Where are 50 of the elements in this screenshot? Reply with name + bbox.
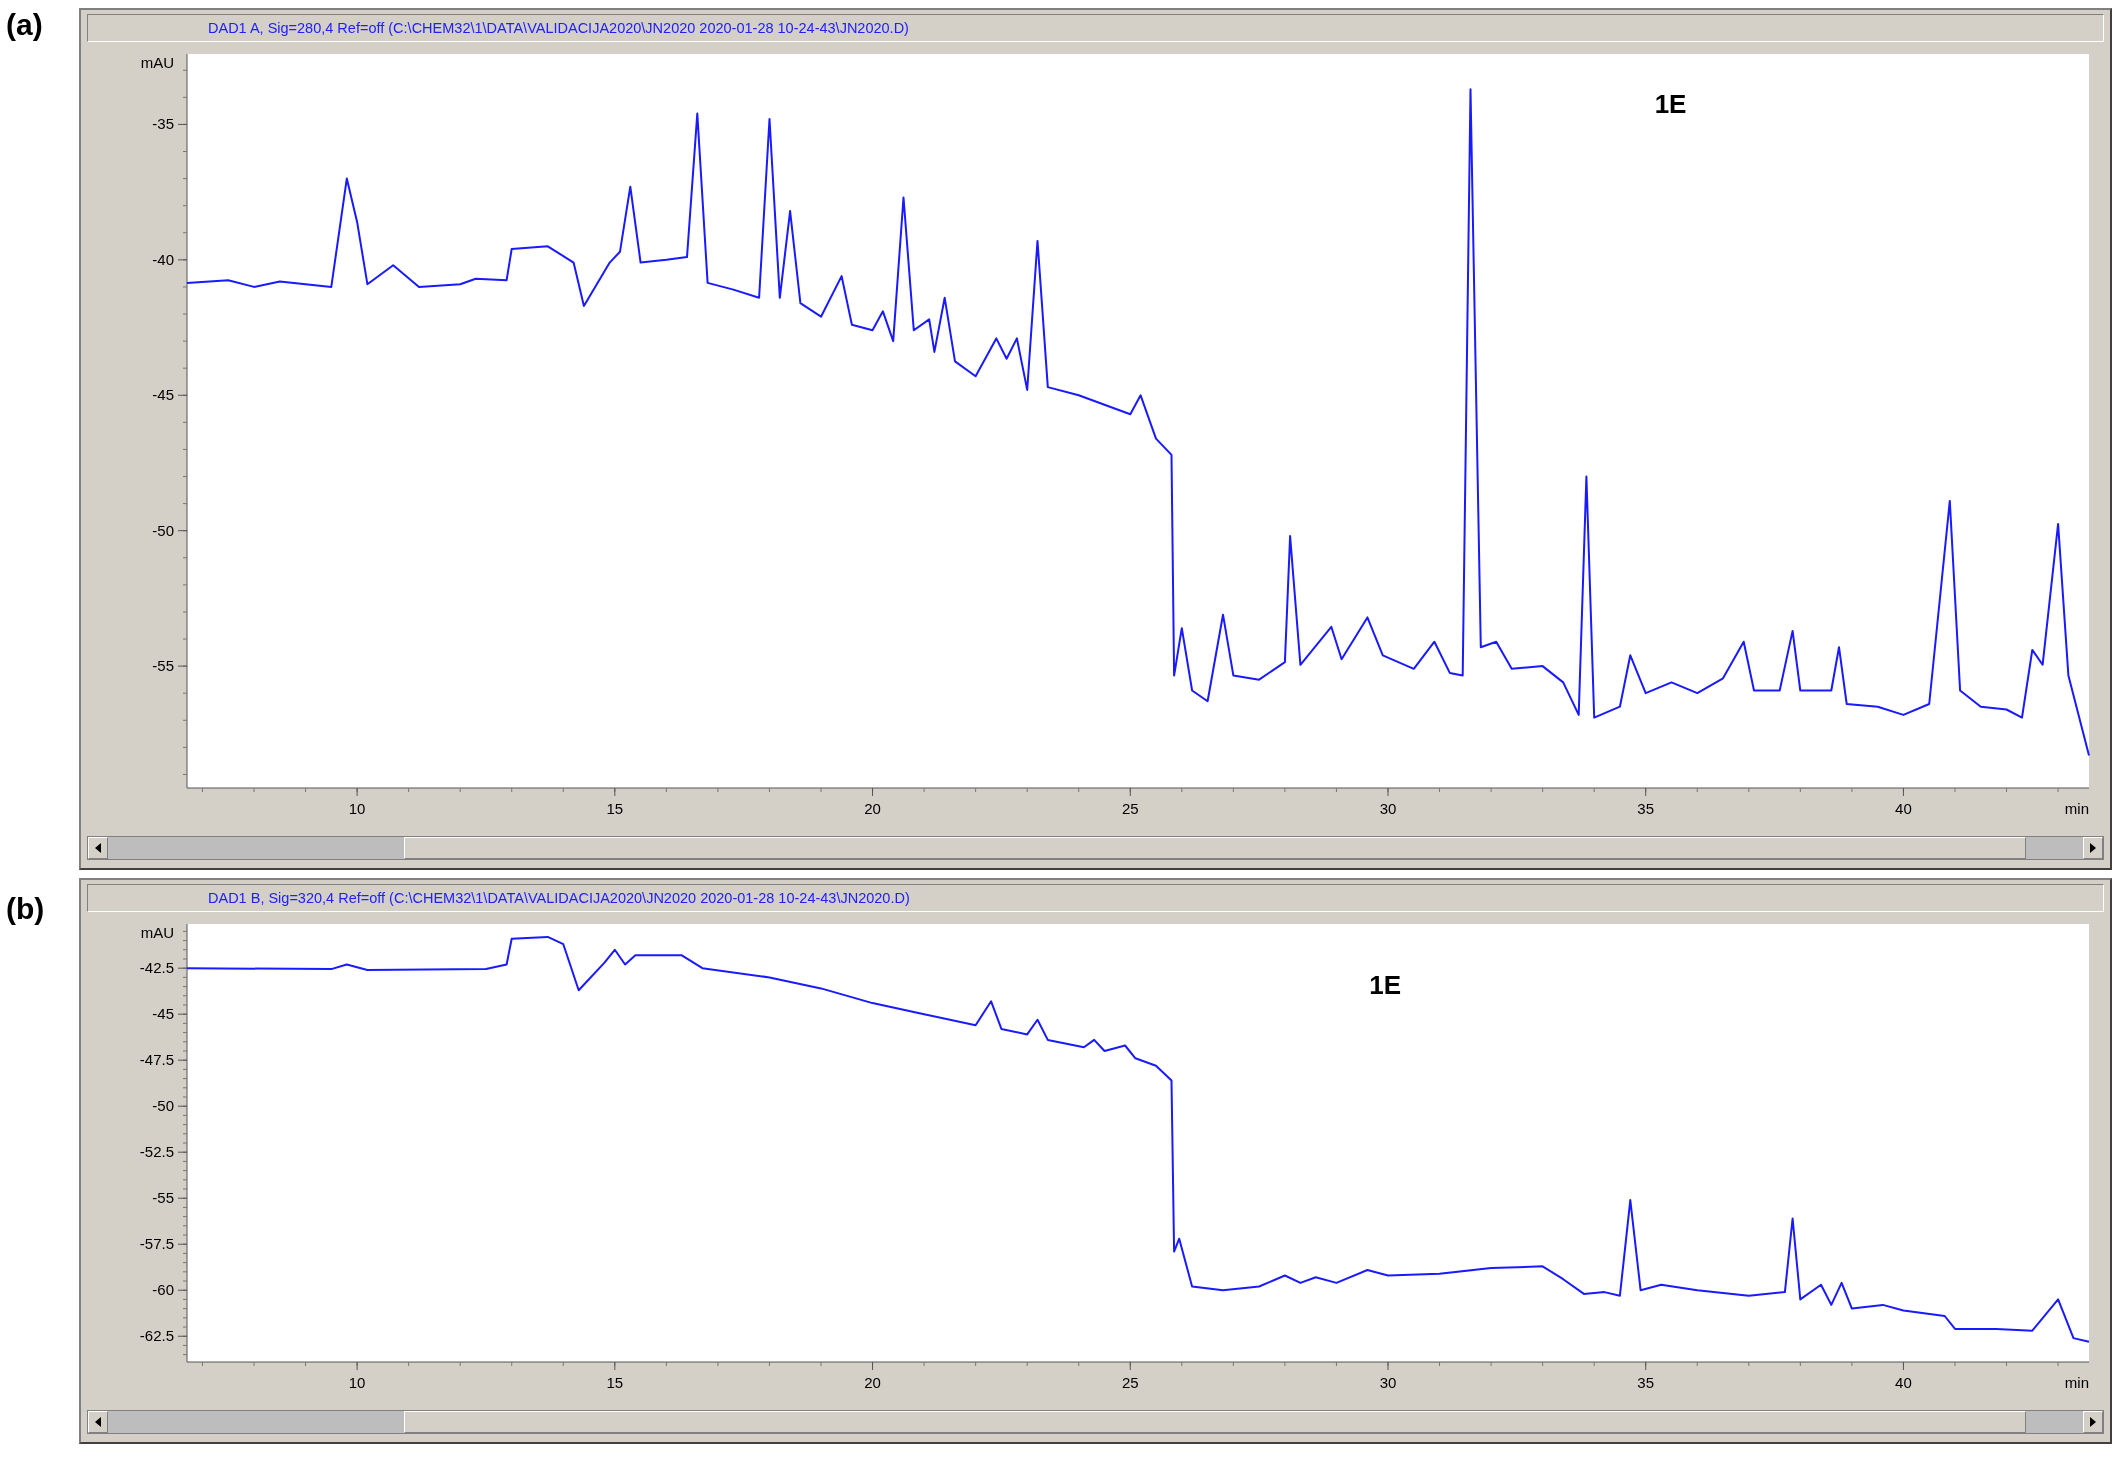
- scroll-thumb[interactable]: [404, 837, 2026, 859]
- y-tick-label: -60: [152, 1281, 174, 1299]
- scroll-left-button[interactable]: [88, 837, 108, 859]
- scrollbar[interactable]: [87, 1410, 2104, 1434]
- scroll-right-button[interactable]: [2083, 837, 2103, 859]
- y-tick-label: -55: [152, 1189, 174, 1207]
- x-axis-label: min: [2064, 800, 2089, 817]
- y-tick-label: -45: [152, 1005, 174, 1023]
- x-tick-label: 25: [1121, 1374, 1139, 1391]
- x-tick-label: 40: [1895, 1374, 1912, 1391]
- y-tick-label: -45: [152, 386, 174, 404]
- x-tick-label: 10: [348, 1374, 366, 1391]
- x-tick-label: 25: [1121, 800, 1139, 817]
- x-tick-label: 30: [1379, 1374, 1397, 1391]
- y-tick-label: -52.5: [139, 1143, 174, 1161]
- chart-annotation: 1E: [1654, 88, 1687, 119]
- scroll-left-button[interactable]: [88, 1411, 108, 1433]
- figure-label: (a): [6, 8, 44, 42]
- scroll-right-button[interactable]: [2083, 1411, 2103, 1433]
- right-arrow-icon: [2090, 843, 2096, 853]
- y-tick-label: -35: [152, 115, 174, 133]
- y-tick-label: -55: [152, 657, 174, 675]
- left-arrow-icon: [95, 843, 101, 853]
- x-tick-label: 20: [864, 1374, 881, 1391]
- scrollbar[interactable]: [87, 836, 2104, 860]
- signal-title: DAD1 A, Sig=280,4 Ref=off (C:\CHEM32\1\DATA\VALIDACIJA2020\JN2020 2020-01-28 10-24-43\JN2020.D): [87, 14, 2104, 42]
- scroll-thumb[interactable]: [404, 1411, 2026, 1433]
- y-tick-label: -62.5: [139, 1327, 174, 1345]
- y-tick-label: -42.5: [139, 959, 174, 977]
- y-tick-label: -57.5: [139, 1235, 174, 1253]
- x-tick-label: 30: [1379, 800, 1397, 817]
- x-tick-label: 35: [1637, 800, 1655, 817]
- x-tick-label: 15: [606, 800, 624, 817]
- y-tick-label: -47.5: [139, 1051, 174, 1069]
- x-tick-label: 15: [606, 1374, 624, 1391]
- chart-annotation: 1E: [1369, 970, 1402, 1001]
- signal-title: DAD1 B, Sig=320,4 Ref=off (C:\CHEM32\1\DATA\VALIDACIJA2020\JN2020 2020-01-28 10-24-43\JN2020.D): [87, 884, 2104, 912]
- right-arrow-icon: [2090, 1417, 2096, 1427]
- x-tick-label: 35: [1637, 1374, 1655, 1391]
- y-tick-label: -50: [152, 521, 174, 539]
- y-tick-label: -40: [152, 250, 174, 268]
- x-axis-label: min: [2064, 1374, 2089, 1391]
- figure-label: (b): [6, 891, 46, 926]
- x-tick-label: 40: [1895, 800, 1912, 817]
- left-arrow-icon: [95, 1417, 101, 1427]
- y-axis-label: mAU: [140, 924, 174, 941]
- x-tick-label: 20: [864, 800, 881, 817]
- y-tick-label: -50: [152, 1097, 174, 1115]
- x-tick-label: 10: [348, 800, 366, 817]
- y-axis-label: mAU: [140, 54, 174, 71]
